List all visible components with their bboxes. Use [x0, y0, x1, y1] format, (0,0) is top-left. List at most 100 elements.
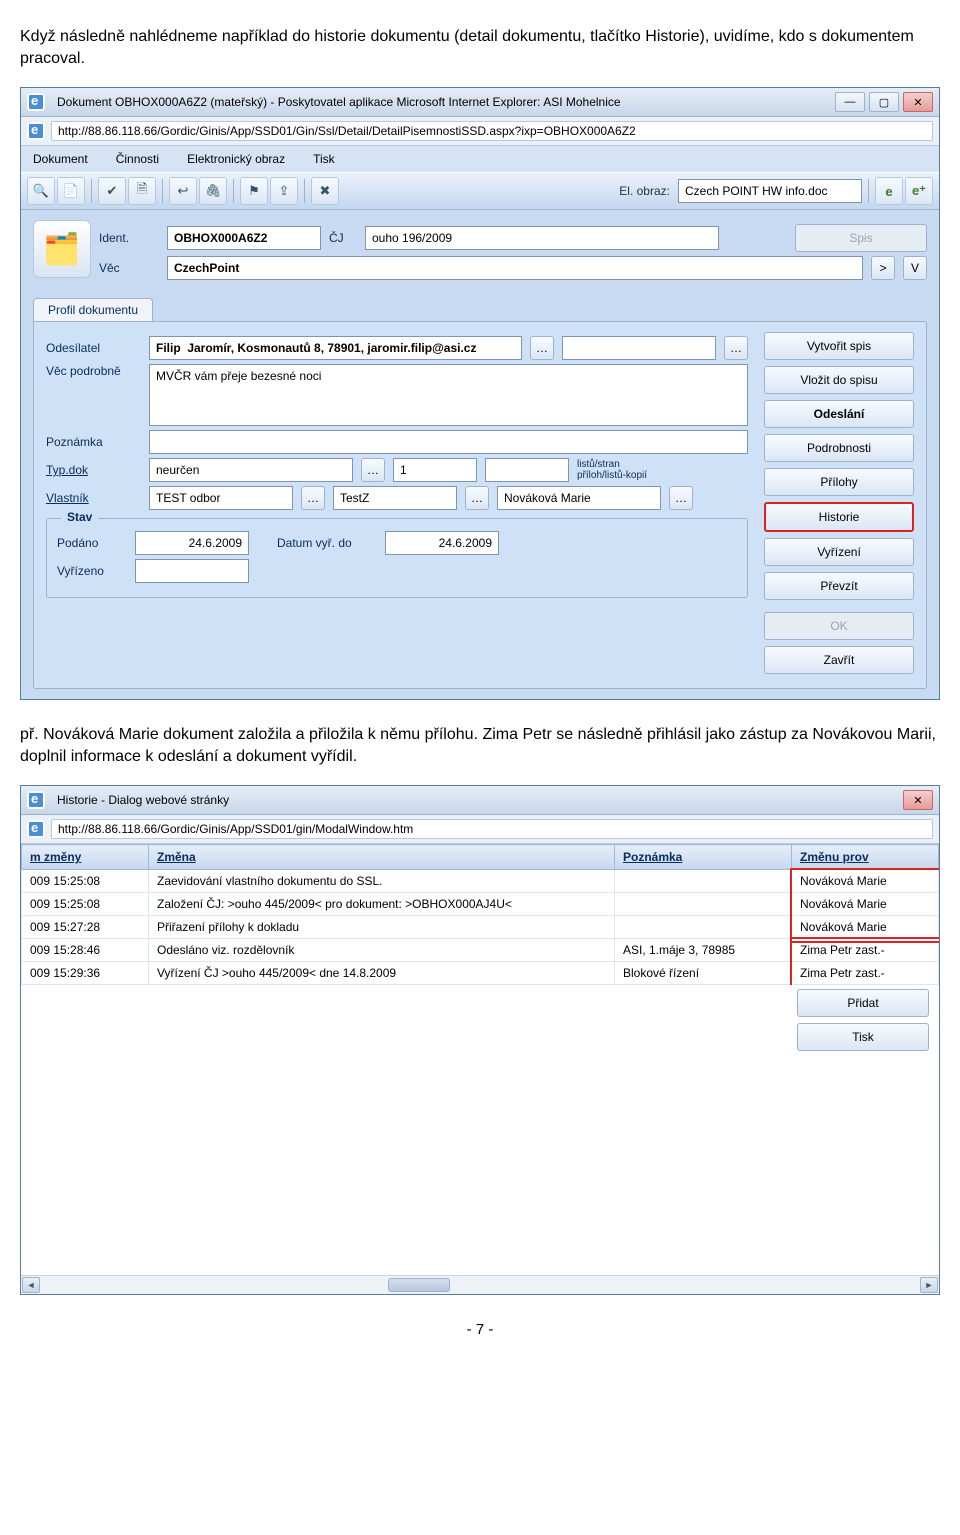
vecpod-textarea[interactable]: MVČR vám přeje bezesné noci — [149, 364, 748, 426]
profile-tab[interactable]: Profil dokumentu — [33, 298, 153, 321]
toolbar-check-icon[interactable]: ✔ — [98, 177, 126, 205]
intro-paragraph: Když následně nahlédneme například do hi… — [20, 26, 940, 69]
toolbar-e-icon[interactable]: e — [875, 177, 903, 205]
cj-input[interactable] — [365, 226, 719, 250]
převzít-button[interactable]: Převzít — [764, 572, 914, 600]
page-number: - 7 - — [20, 1321, 940, 1338]
menu-el-obraz[interactable]: Elektronický obraz — [187, 152, 285, 166]
maximize-button[interactable]: ▢ — [869, 92, 899, 112]
document-detail-window: Dokument OBHOX000A6Z2 (mateřský) - Posky… — [20, 87, 940, 700]
vlastnik2-input[interactable] — [333, 486, 457, 510]
count2-input[interactable] — [485, 458, 569, 482]
toolbar-new-icon[interactable]: 🗎 — [128, 177, 156, 205]
vlastnik1-lookup-button[interactable]: … — [301, 486, 325, 510]
toolbar-export-icon[interactable]: ⇪ — [270, 177, 298, 205]
odesilatel-input[interactable] — [149, 336, 522, 360]
přílohy-button[interactable]: Přílohy — [764, 468, 914, 496]
typdok-input[interactable] — [149, 458, 353, 482]
spis-button[interactable]: Spis — [795, 224, 927, 252]
toolbar: 🔍 📄 ✔ 🗎 ↩ 🖇 ⚑ ⇪ ✖ El. obraz: e e⁺ — [21, 172, 939, 210]
vlastnik1-input[interactable] — [149, 486, 293, 510]
table-row[interactable]: 009 15:29:36Vyřízení ČJ >ouho 445/2009< … — [22, 962, 939, 985]
odesilatel-label: Odesílatel — [46, 341, 141, 355]
table-row[interactable]: 009 15:28:46Odesláno viz. rozdělovníkASI… — [22, 939, 939, 962]
poznamka-input[interactable] — [149, 430, 748, 454]
toolbar-e-plus-icon[interactable]: e⁺ — [905, 177, 933, 205]
podano-input[interactable] — [135, 531, 249, 555]
col-change[interactable]: Změna — [149, 845, 615, 870]
poznamka-label: Poznámka — [46, 435, 141, 449]
url-field[interactable]: http://88.86.118.66/Gordic/Ginis/App/SSD… — [51, 121, 933, 141]
scroll-right-icon[interactable]: ► — [920, 1277, 938, 1293]
minimize-button[interactable]: — — [835, 92, 865, 112]
zavrit-button[interactable]: Zavřít — [764, 646, 914, 674]
vložit-do-spisu-button[interactable]: Vložit do spisu — [764, 366, 914, 394]
historie-button[interactable]: Historie — [764, 502, 914, 532]
horizontal-scrollbar[interactable]: ◄ ► — [21, 1275, 939, 1294]
cj-label: ČJ — [329, 231, 357, 245]
stav-legend: Stav — [61, 510, 98, 524]
el-obraz-label: El. obraz: — [619, 184, 670, 198]
table-cell: Zima Petr zast.- — [792, 939, 939, 962]
podrobnosti-button[interactable]: Podrobnosti — [764, 434, 914, 462]
toolbar-doc-icon[interactable]: 📄 — [57, 177, 85, 205]
menu-tisk[interactable]: Tisk — [313, 152, 335, 166]
count-input[interactable] — [393, 458, 477, 482]
vec-v-button[interactable]: V — [903, 256, 927, 280]
scroll-left-icon[interactable]: ◄ — [22, 1277, 40, 1293]
toolbar-search-icon[interactable]: 🔍 — [27, 177, 55, 205]
vyřízení-button[interactable]: Vyřízení — [764, 538, 914, 566]
pridat-button[interactable]: Přidat — [797, 989, 929, 1017]
col-user[interactable]: Změnu prov — [792, 845, 939, 870]
vlastnik-label: Vlastník — [46, 491, 141, 505]
vec-prev-button[interactable]: > — [871, 256, 895, 280]
ident-label: Ident. — [99, 231, 159, 245]
ie-icon — [27, 122, 45, 140]
table-cell: Odesláno viz. rozdělovník — [149, 939, 615, 962]
odesilatel-lookup-button[interactable]: … — [530, 336, 554, 360]
menu-cinnosti[interactable]: Činnosti — [116, 152, 159, 166]
table-cell: Vyřízení ČJ >ouho 445/2009< dne 14.8.200… — [149, 962, 615, 985]
tisk-button[interactable]: Tisk — [797, 1023, 929, 1051]
vecpod-label: Věc podrobně — [46, 364, 141, 378]
address-bar: http://88.86.118.66/Gordic/Ginis/App/SSD… — [21, 117, 939, 146]
toolbar-delete-icon[interactable]: ✖ — [311, 177, 339, 205]
stav-group: Stav Podáno Datum vyř. do Vyřízeno — [46, 518, 748, 598]
vytvořit-spis-button[interactable]: Vytvořit spis — [764, 332, 914, 360]
el-obraz-input[interactable] — [678, 179, 862, 203]
col-note[interactable]: Poznámka — [615, 845, 792, 870]
datumvyr-label: Datum vyř. do — [277, 536, 377, 550]
right-button-column: Vytvořit spis Vložit do spisu Odeslání Podr… — [764, 332, 914, 674]
toolbar-return-icon[interactable]: ↩ — [169, 177, 197, 205]
table-cell: Založení ČJ: >ouho 445/2009< pro dokumen… — [149, 893, 615, 916]
toolbar-flag-icon[interactable]: ⚑ — [240, 177, 268, 205]
table-row[interactable]: 009 15:25:08Založení ČJ: >ouho 445/2009<… — [22, 893, 939, 916]
odeslání-button[interactable]: Odeslání — [764, 400, 914, 428]
datumvyr-input[interactable] — [385, 531, 499, 555]
table-cell: 009 15:27:28 — [22, 916, 149, 939]
table-cell: Blokové řízení — [615, 962, 792, 985]
ident-input[interactable] — [167, 226, 321, 250]
odesilatel-extra-lookup-button[interactable]: … — [724, 336, 748, 360]
table-row[interactable]: 009 15:25:08Zaevidování vlastního dokume… — [22, 870, 939, 893]
table-row[interactable]: 009 15:27:28Přiřazení přílohy k dokladuN… — [22, 916, 939, 939]
menu-dokument[interactable]: Dokument — [33, 152, 88, 166]
typdok-lookup-button[interactable]: … — [361, 458, 385, 482]
toolbar-clip-icon[interactable]: 🖇 — [199, 177, 227, 205]
history-table: m změny Změna Poznámka Změnu prov 009 15… — [21, 844, 939, 985]
vlastnik2-lookup-button[interactable]: … — [465, 486, 489, 510]
close-button[interactable]: ✕ — [903, 790, 933, 810]
typdok-label: Typ.dok — [46, 463, 141, 477]
col-time[interactable]: m změny — [22, 845, 149, 870]
close-button[interactable]: ✕ — [903, 92, 933, 112]
titlebar: Historie - Dialog webové stránky ✕ — [21, 786, 939, 815]
ok-button[interactable]: OK — [764, 612, 914, 640]
vec-input[interactable] — [167, 256, 863, 280]
vlastnik3-input[interactable] — [497, 486, 661, 510]
document-icon: 🗂️ — [33, 220, 91, 278]
vyrizeno-input[interactable] — [135, 559, 249, 583]
vlastnik3-lookup-button[interactable]: … — [669, 486, 693, 510]
url-field[interactable]: http://88.86.118.66/Gordic/Ginis/App/SSD… — [51, 819, 933, 839]
scroll-thumb[interactable] — [388, 1278, 450, 1292]
odesilatel-extra-input[interactable] — [562, 336, 716, 360]
